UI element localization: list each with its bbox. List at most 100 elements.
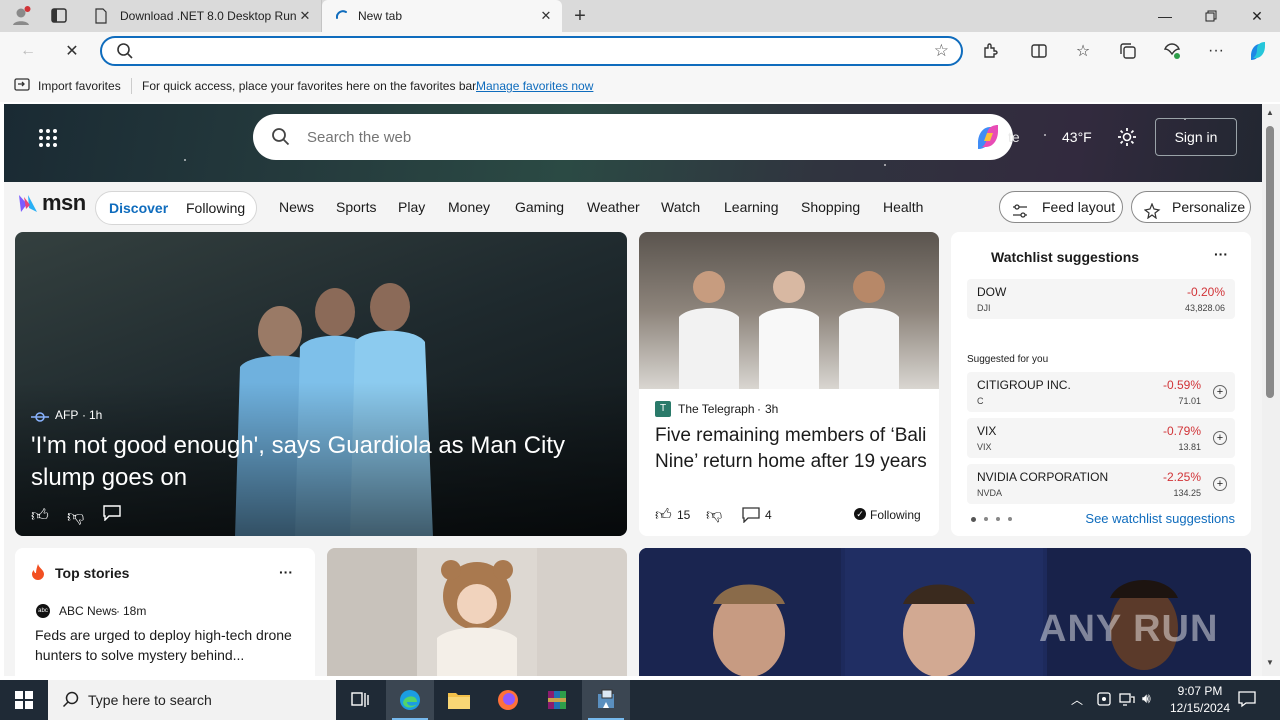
tab-following[interactable]: Following: [176, 193, 255, 223]
nav-weather[interactable]: Weather: [577, 192, 650, 222]
tab-actions-icon[interactable]: [50, 7, 70, 25]
favorite-star-icon[interactable]: ☆: [934, 41, 949, 61]
close-tab-icon[interactable]: ✕: [538, 8, 554, 24]
nav-gaming[interactable]: Gaming: [505, 192, 574, 222]
nav-news[interactable]: News: [269, 192, 324, 222]
extensions-icon[interactable]: [979, 39, 1003, 63]
carousel-dot[interactable]: [996, 517, 1000, 521]
nav-learning[interactable]: Learning: [714, 192, 789, 222]
web-search-box[interactable]: [253, 114, 1013, 160]
installer-taskbar-icon[interactable]: [582, 680, 630, 720]
following-label[interactable]: Following: [870, 508, 921, 522]
favorites-icon[interactable]: ☆: [1071, 39, 1095, 63]
carousel-dot-active[interactable]: [971, 517, 976, 522]
story-headline[interactable]: Feds are urged to deploy high-tech drone…: [35, 625, 305, 665]
file-explorer-icon[interactable]: [435, 680, 483, 720]
comment-icon[interactable]: [103, 505, 121, 526]
profile-icon[interactable]: [10, 5, 32, 27]
close-window-button[interactable]: ✕: [1234, 0, 1280, 32]
nav-health[interactable]: Health: [873, 192, 933, 222]
clock-time[interactable]: 9:07 PM: [1174, 684, 1226, 698]
personalize-label: Personalize: [1172, 199, 1246, 215]
sports-collage-card[interactable]: ANY RUN: [639, 548, 1251, 676]
carousel-dot[interactable]: [984, 517, 988, 521]
add-to-watchlist-icon[interactable]: +: [1213, 431, 1227, 445]
feed-layout-button[interactable]: Feed layout: [999, 191, 1123, 223]
scroll-thumb[interactable]: [1266, 126, 1274, 398]
network-icon[interactable]: [1119, 691, 1135, 712]
dislike-icon[interactable]: 👎︎: [706, 506, 722, 525]
watchlist-row[interactable]: DOW DJI -0.20% 43,828.06: [967, 279, 1235, 319]
minimize-button[interactable]: —: [1142, 0, 1188, 32]
app-launcher-icon[interactable]: [38, 128, 58, 148]
tab-dotnet-download[interactable]: Download .NET 8.0 Desktop Runt ✕: [84, 0, 322, 32]
manage-favorites-link[interactable]: Manage favorites now: [476, 79, 593, 93]
nav-sports[interactable]: Sports: [326, 192, 386, 222]
firefox-icon[interactable]: [484, 680, 532, 720]
nav-watch[interactable]: Watch: [651, 192, 710, 222]
collections-icon[interactable]: [1116, 39, 1140, 63]
clock-date[interactable]: 12/15/2024: [1165, 701, 1235, 715]
scroll-down-icon[interactable]: ▼: [1266, 658, 1274, 667]
notifications-icon[interactable]: [1238, 690, 1256, 713]
winrar-icon[interactable]: [533, 680, 581, 720]
favorites-hint: For quick access, place your favorites h…: [142, 79, 479, 93]
watchlist-row[interactable]: CITIGROUP INC. C -0.59% 71.01 +: [967, 372, 1235, 412]
watchlist-more-icon[interactable]: ···: [1214, 246, 1228, 262]
more-options-icon[interactable]: ···: [1204, 39, 1228, 63]
restore-button[interactable]: [1188, 0, 1234, 32]
like-icon[interactable]: 👍︎: [655, 506, 672, 525]
second-story-card[interactable]: T The Telegraph · 3h Five remaining memb…: [639, 232, 939, 536]
edge-taskbar-icon[interactable]: [386, 680, 434, 720]
temperature-text[interactable]: 43°F: [1062, 129, 1092, 145]
settings-gear-icon[interactable]: [1116, 126, 1138, 153]
import-favorites-icon[interactable]: [14, 78, 30, 95]
watchlist-row[interactable]: NVIDIA CORPORATION NVDA -2.25% 134.25 +: [967, 464, 1235, 504]
carousel-dot[interactable]: [1008, 517, 1012, 521]
volume-icon[interactable]: 🔊︎: [1142, 690, 1151, 707]
main-story-card[interactable]: AFP · 1h 'I'm not good enough', says Gua…: [15, 232, 627, 536]
msn-butterfly-icon: [19, 195, 37, 212]
add-to-watchlist-icon[interactable]: +: [1213, 385, 1227, 399]
like-icon[interactable]: 👍︎: [31, 505, 49, 526]
watchlist-row[interactable]: VIX VIX -0.79% 13.81 +: [967, 418, 1235, 458]
tray-app-icon[interactable]: [1096, 691, 1112, 712]
weather-location-text[interactable]: te: [1008, 129, 1020, 145]
copilot-search-icon[interactable]: [973, 123, 1003, 156]
address-input[interactable]: [142, 41, 922, 61]
address-bar[interactable]: ☆: [100, 36, 963, 66]
nav-shopping[interactable]: Shopping: [791, 192, 870, 222]
top-stories-more-icon[interactable]: ···: [279, 564, 293, 580]
scroll-up-icon[interactable]: ▲: [1266, 108, 1274, 117]
start-button[interactable]: [0, 680, 48, 720]
story-headline[interactable]: 'I'm not good enough', says Guardiola as…: [31, 430, 611, 494]
image-story-card[interactable]: [327, 548, 627, 676]
comment-icon[interactable]: [742, 507, 760, 528]
stock-price: 71.01: [1178, 396, 1201, 406]
browser-essentials-icon[interactable]: [1160, 39, 1184, 63]
nav-money[interactable]: Money: [438, 192, 500, 222]
import-favorites-button[interactable]: Import favorites: [38, 79, 121, 93]
web-search-input[interactable]: [307, 127, 907, 147]
nav-play[interactable]: Play: [388, 192, 435, 222]
stop-loading-icon[interactable]: ✕: [60, 39, 84, 63]
new-tab-button[interactable]: +: [568, 4, 592, 28]
close-tab-icon[interactable]: ✕: [297, 8, 313, 24]
tab-new-tab[interactable]: New tab ✕: [322, 0, 562, 32]
taskbar-search[interactable]: Type here to search: [48, 680, 336, 720]
story-age: 1h: [89, 408, 103, 422]
personalize-button[interactable]: Personalize: [1131, 191, 1251, 223]
task-view-icon[interactable]: [336, 680, 384, 720]
story-headline[interactable]: Five remaining members of ‘Bali Nine’ re…: [655, 423, 927, 475]
tab-discover[interactable]: Discover: [99, 193, 178, 223]
see-watchlist-link[interactable]: See watchlist suggestions: [1085, 511, 1235, 526]
show-hidden-icons[interactable]: ︿: [1071, 691, 1083, 708]
split-screen-icon[interactable]: [1027, 39, 1051, 63]
dislike-icon[interactable]: 👎︎: [67, 506, 84, 527]
page-scrollbar[interactable]: ▲ ▼: [1262, 104, 1280, 676]
msn-logo[interactable]: msn: [16, 190, 86, 216]
copilot-icon[interactable]: [1246, 39, 1270, 63]
sign-in-button[interactable]: Sign in: [1155, 118, 1237, 156]
add-to-watchlist-icon[interactable]: +: [1213, 477, 1227, 491]
back-icon[interactable]: ←: [16, 39, 40, 63]
